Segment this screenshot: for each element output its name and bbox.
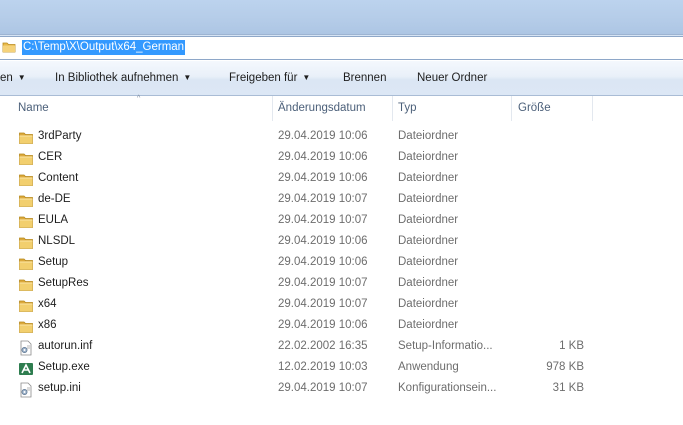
file-name: SetupRes bbox=[38, 277, 89, 289]
folder-icon bbox=[18, 193, 34, 209]
file-date: 29.04.2019 10:06 bbox=[278, 319, 368, 331]
file-type: Dateiordner bbox=[398, 319, 459, 331]
file-date: 29.04.2019 10:06 bbox=[278, 256, 368, 268]
share-with-label: Freigeben für bbox=[229, 72, 298, 84]
file-row[interactable]: x86 29.04.2019 10:06 Dateiordner bbox=[0, 316, 683, 337]
column-header-size[interactable]: Größe bbox=[518, 102, 551, 114]
file-type: Setup-Informatio... bbox=[398, 340, 493, 352]
file-type: Dateiordner bbox=[398, 298, 459, 310]
file-type: Dateiordner bbox=[398, 256, 459, 268]
file-date: 29.04.2019 10:07 bbox=[278, 193, 368, 205]
file-date: 29.04.2019 10:06 bbox=[278, 130, 368, 142]
file-type: Dateiordner bbox=[398, 172, 459, 184]
file-row[interactable]: setup.ini 29.04.2019 10:07 Konfigurationse… bbox=[0, 379, 683, 400]
file-row[interactable]: autorun.inf 22.02.2002 16:35 Setup-Informa… bbox=[0, 337, 683, 358]
folder-icon bbox=[18, 172, 34, 188]
column-divider[interactable] bbox=[592, 96, 593, 121]
folder-icon bbox=[18, 235, 34, 251]
organize-label: en bbox=[0, 72, 13, 84]
file-date: 29.04.2019 10:06 bbox=[278, 172, 368, 184]
file-date: 29.04.2019 10:07 bbox=[278, 277, 368, 289]
folder-icon bbox=[18, 298, 34, 314]
share-with-button[interactable]: Freigeben für ▼ bbox=[229, 72, 310, 84]
file-name: setup.ini bbox=[38, 382, 81, 394]
file-row[interactable]: Content 29.04.2019 10:06 Dateiordner bbox=[0, 169, 683, 190]
file-type: Dateiordner bbox=[398, 277, 459, 289]
file-date: 29.04.2019 10:06 bbox=[278, 151, 368, 163]
file-type: Anwendung bbox=[398, 361, 459, 373]
organize-button[interactable]: en ▼ bbox=[0, 72, 26, 84]
folder-icon bbox=[18, 151, 34, 167]
window-title-bar bbox=[0, 0, 683, 35]
include-in-library-label: In Bibliothek aufnehmen bbox=[55, 72, 179, 84]
file-name: x86 bbox=[38, 319, 57, 331]
file-type: Dateiordner bbox=[398, 151, 459, 163]
file-name: autorun.inf bbox=[38, 340, 93, 352]
column-header-date[interactable]: Änderungsdatum bbox=[278, 102, 366, 114]
settings-file-icon bbox=[18, 340, 34, 356]
file-name: EULA bbox=[38, 214, 69, 226]
column-header-type[interactable]: Typ bbox=[398, 102, 417, 114]
file-row[interactable]: EULA 29.04.2019 10:07 Dateiordner bbox=[0, 211, 683, 232]
column-divider[interactable] bbox=[392, 96, 393, 121]
file-row[interactable]: de-DE 29.04.2019 10:07 Dateiordner bbox=[0, 190, 683, 211]
folder-icon bbox=[18, 214, 34, 230]
file-row[interactable]: SetupRes 29.04.2019 10:07 Dateiordner bbox=[0, 274, 683, 295]
file-date: 12.02.2019 10:03 bbox=[278, 361, 368, 373]
file-date: 29.04.2019 10:06 bbox=[278, 235, 368, 247]
file-row[interactable]: CER 29.04.2019 10:06 Dateiordner bbox=[0, 148, 683, 169]
column-divider[interactable] bbox=[272, 96, 273, 121]
file-type: Dateiordner bbox=[398, 193, 459, 205]
file-type: Dateiordner bbox=[398, 130, 459, 142]
file-size: 31 KB bbox=[552, 382, 584, 394]
folder-icon bbox=[18, 130, 34, 146]
file-type: Dateiordner bbox=[398, 214, 459, 226]
file-size: 978 KB bbox=[546, 361, 584, 373]
address-field[interactable]: C:\Temp\X\Output\x64_German bbox=[0, 36, 683, 60]
folder-icon bbox=[18, 256, 34, 272]
file-type: Konfigurationsein... bbox=[398, 382, 497, 394]
column-header-name[interactable]: Name bbox=[18, 102, 49, 114]
chevron-down-icon: ▼ bbox=[302, 73, 311, 82]
file-name: Setup bbox=[38, 256, 69, 268]
chevron-down-icon: ▼ bbox=[183, 73, 192, 82]
file-size: 1 KB bbox=[559, 340, 584, 352]
burn-button[interactable]: Brennen bbox=[343, 72, 386, 84]
file-date: 29.04.2019 10:07 bbox=[278, 298, 368, 310]
file-type: Dateiordner bbox=[398, 235, 459, 247]
new-folder-button[interactable]: Neuer Ordner bbox=[417, 72, 487, 84]
file-name: 3rdParty bbox=[38, 130, 82, 142]
file-row[interactable]: 3rdParty 29.04.2019 10:06 Dateiordner bbox=[0, 127, 683, 148]
file-name: NLSDL bbox=[38, 235, 76, 247]
file-row[interactable]: x64 29.04.2019 10:07 Dateiordner bbox=[0, 295, 683, 316]
sort-ascending-icon: ^ bbox=[137, 95, 141, 102]
file-date: 22.02.2002 16:35 bbox=[278, 340, 368, 352]
address-bar: C:\Temp\X\Output\x64_German bbox=[0, 35, 683, 60]
file-name: x64 bbox=[38, 298, 57, 310]
application-icon bbox=[18, 361, 34, 377]
file-date: 29.04.2019 10:07 bbox=[278, 214, 368, 226]
file-name: CER bbox=[38, 151, 63, 163]
include-in-library-button[interactable]: In Bibliothek aufnehmen ▼ bbox=[55, 72, 191, 84]
folder-icon bbox=[18, 277, 34, 293]
file-name: Content bbox=[38, 172, 79, 184]
folder-icon bbox=[2, 41, 16, 56]
file-row[interactable]: NLSDL 29.04.2019 10:06 Dateiordner bbox=[0, 232, 683, 253]
file-row[interactable]: Setup 29.04.2019 10:06 Dateiordner bbox=[0, 253, 683, 274]
chevron-down-icon: ▼ bbox=[17, 73, 26, 82]
file-name: Setup.exe bbox=[38, 361, 90, 373]
address-path[interactable]: C:\Temp\X\Output\x64_German bbox=[22, 40, 186, 55]
column-headers: ^ Name Änderungsdatum Typ Größe bbox=[0, 95, 683, 122]
command-bar: en ▼ In Bibliothek aufnehmen ▼ Freigeben f… bbox=[0, 61, 683, 96]
file-row[interactable]: Setup.exe 12.02.2019 10:03 Anwendung 978 KB bbox=[0, 358, 683, 379]
file-name: de-DE bbox=[38, 193, 71, 205]
file-date: 29.04.2019 10:07 bbox=[278, 382, 368, 394]
settings-file-icon bbox=[18, 382, 34, 398]
column-divider[interactable] bbox=[511, 96, 512, 121]
folder-icon bbox=[18, 319, 34, 335]
